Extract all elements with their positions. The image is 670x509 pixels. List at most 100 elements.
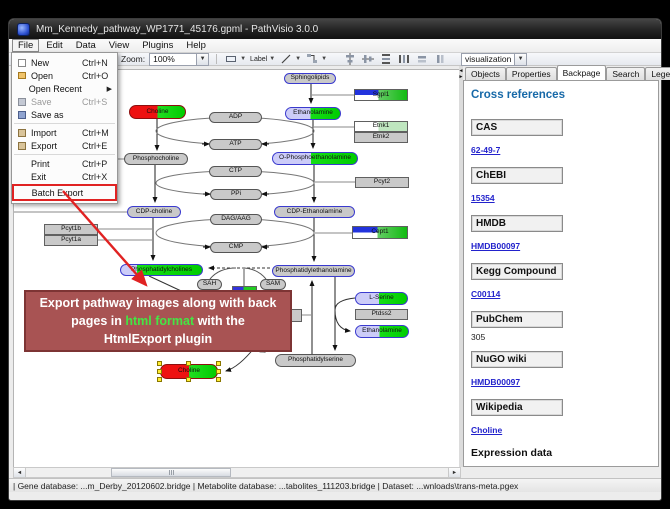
tab-search[interactable]: Search xyxy=(606,67,645,80)
file-menu-item-batch-export[interactable]: Batch Export xyxy=(14,186,115,199)
file-menu-item-import[interactable]: ImportCtrl+M xyxy=(12,126,117,139)
node-phosphocholine[interactable]: Phosphocholine xyxy=(124,153,188,165)
crossref-section-wikipedia: WikipediaCholine xyxy=(471,399,658,438)
node-sam[interactable]: SAM xyxy=(260,279,286,290)
menu-file[interactable]: File xyxy=(12,39,39,52)
crossref-link[interactable]: C00114 xyxy=(471,289,500,299)
crossref-section-pubchem: PubChem305 xyxy=(471,311,658,342)
selection-handle[interactable] xyxy=(157,369,162,374)
scrollbar-thumb[interactable] xyxy=(111,468,231,477)
align-vertical-center-icon[interactable] xyxy=(343,53,357,65)
crossref-section-cas: CAS62-49-7 xyxy=(471,119,658,158)
crossref-link[interactable]: 15354 xyxy=(471,193,495,203)
chevron-down-icon[interactable]: ▼ xyxy=(269,56,275,62)
node-cept1[interactable]: Cept1 xyxy=(352,226,408,239)
node-ptdss2[interactable]: Ptdss2 xyxy=(355,309,408,320)
file-menu-item-exit[interactable]: ExitCtrl+X xyxy=(12,170,117,183)
file-menu-item-save-as[interactable]: Save as xyxy=(12,108,117,121)
new-document-icon xyxy=(15,58,28,67)
selection-handle[interactable] xyxy=(157,377,162,382)
file-menu-item-open[interactable]: OpenCtrl+O xyxy=(12,69,117,82)
file-menu-item-new[interactable]: NewCtrl+N xyxy=(12,56,117,69)
menu-separator xyxy=(14,123,115,124)
scroll-right-icon[interactable]: ► xyxy=(448,468,460,477)
node-pcyt1a[interactable]: Pcyt1a xyxy=(44,235,98,246)
file-menu-item-export[interactable]: ExportCtrl+E xyxy=(12,139,117,152)
node-ethanolamine[interactable]: Ethanolamine xyxy=(355,325,409,338)
distribute-horizontal-icon[interactable] xyxy=(397,53,411,65)
file-menu-item-print[interactable]: PrintCtrl+P xyxy=(12,157,117,170)
node-phosphatidylcholines[interactable]: Phosphatidylcholines xyxy=(120,264,203,276)
menu-edit[interactable]: Edit xyxy=(40,39,68,52)
panel-splitter[interactable] xyxy=(459,66,463,467)
crossref-section-hmdb: HMDBHMDB00097 xyxy=(471,215,658,254)
visualization-combobox[interactable]: visualization ▼ xyxy=(461,53,527,66)
window-titlebar[interactable]: Mm_Kennedy_pathway_WP1771_45176.gpml - P… xyxy=(9,19,661,39)
menu-view[interactable]: View xyxy=(103,39,135,52)
selection-handle[interactable] xyxy=(216,361,221,366)
chevron-down-icon[interactable]: ▼ xyxy=(321,56,327,62)
node-phosphatidylserine[interactable]: Phosphatidylserine xyxy=(275,354,356,367)
node-etnk1[interactable]: Etnk1 xyxy=(354,121,408,132)
crossref-section-nugo-wiki: NuGO wiki HMDB00097 xyxy=(471,351,658,390)
node-cdp-ethanolamine[interactable]: CDP-Ethanolamine xyxy=(274,206,355,218)
chevron-down-icon[interactable]: ▼ xyxy=(240,56,246,62)
selection-handle[interactable] xyxy=(186,361,191,366)
node-ctp[interactable]: CTP xyxy=(209,166,262,177)
file-menu-item-open-recent[interactable]: Open Recent▶ xyxy=(12,82,117,95)
node-phosphatidylethanolamine[interactable]: Phosphatidylethanolamine xyxy=(272,265,355,277)
align-horizontal-center-icon[interactable] xyxy=(361,53,375,65)
callout-line-1: Export pathway images along with back xyxy=(40,294,277,312)
node-sgpl1[interactable]: Sgpl1 xyxy=(354,89,408,101)
node-adp[interactable]: ADP xyxy=(209,112,262,123)
node-atp[interactable]: ATP xyxy=(209,139,262,150)
tab-backpage[interactable]: Backpage xyxy=(557,65,607,80)
label-tool[interactable]: Label xyxy=(250,56,267,63)
chevron-down-icon[interactable]: ▼ xyxy=(514,54,526,65)
node-l-serine[interactable]: L-Serine xyxy=(355,292,408,305)
selection-handle[interactable] xyxy=(186,377,191,382)
scrollbar-track[interactable] xyxy=(26,468,448,477)
chevron-down-icon[interactable]: ▼ xyxy=(295,56,301,62)
crossref-header: NuGO wiki xyxy=(471,351,563,368)
node-o-phosphoethanolamine[interactable]: O-Phosphoethanolamine xyxy=(272,152,358,165)
canvas-horizontal-scrollbar[interactable]: ◄ ► xyxy=(13,467,461,478)
tab-legend[interactable]: Legend xyxy=(645,67,670,80)
chevron-down-icon[interactable]: ▼ xyxy=(196,54,208,65)
connector-shape-tool[interactable] xyxy=(305,53,319,65)
node-ethanolamine[interactable]: Ethanolamine xyxy=(285,107,341,120)
zoom-combobox[interactable]: 100% ▼ xyxy=(149,53,209,66)
menu-help[interactable]: Help xyxy=(180,39,212,52)
line-tool[interactable] xyxy=(279,53,293,65)
node-cdp-choline[interactable]: CDP-choline xyxy=(127,206,181,218)
crossref-link[interactable]: HMDB00097 xyxy=(471,241,520,251)
selection-handle[interactable] xyxy=(157,361,162,366)
crossref-link[interactable]: Choline xyxy=(471,425,502,435)
menu-data[interactable]: Data xyxy=(70,39,102,52)
node-pcyt1b[interactable]: Pcyt1b xyxy=(44,224,98,235)
crossref-link[interactable]: 62-49-7 xyxy=(471,145,500,155)
node-choline[interactable]: Choline xyxy=(129,105,186,119)
node-cmp[interactable]: CMP xyxy=(210,242,262,253)
node-dag-aag[interactable]: DAG/AAG xyxy=(210,214,262,225)
selection-handle[interactable] xyxy=(216,369,221,374)
selection-handle[interactable] xyxy=(216,377,221,382)
node-etnk2[interactable]: Etnk2 xyxy=(354,132,408,143)
tab-objects[interactable]: Objects xyxy=(465,67,506,80)
tab-properties[interactable]: Properties xyxy=(506,67,557,80)
stack-vertical-icon[interactable] xyxy=(415,53,429,65)
gene-datanode-tool[interactable] xyxy=(224,53,238,65)
menu-plugins[interactable]: Plugins xyxy=(136,39,179,52)
distribute-vertical-icon[interactable] xyxy=(379,53,393,65)
node-sphingolipids[interactable]: Sphingolipids xyxy=(284,73,336,84)
annotation-callout: Export pathway images along with back pa… xyxy=(24,290,292,352)
crossref-link[interactable]: HMDB00097 xyxy=(471,377,520,387)
pathvisio-window: Mm_Kennedy_pathway_WP1771_45176.gpml - P… xyxy=(8,18,662,501)
node-pcyt2[interactable]: Pcyt2 xyxy=(355,177,409,188)
splitter-collapse-icon[interactable]: ◄► xyxy=(458,68,464,82)
file-menu-item-save[interactable]: SaveCtrl+S xyxy=(12,95,117,108)
scroll-left-icon[interactable]: ◄ xyxy=(14,468,26,477)
node-ppi[interactable]: PPi xyxy=(210,189,262,200)
node-sah[interactable]: SAH xyxy=(197,279,222,290)
stack-horizontal-icon[interactable] xyxy=(433,53,447,65)
